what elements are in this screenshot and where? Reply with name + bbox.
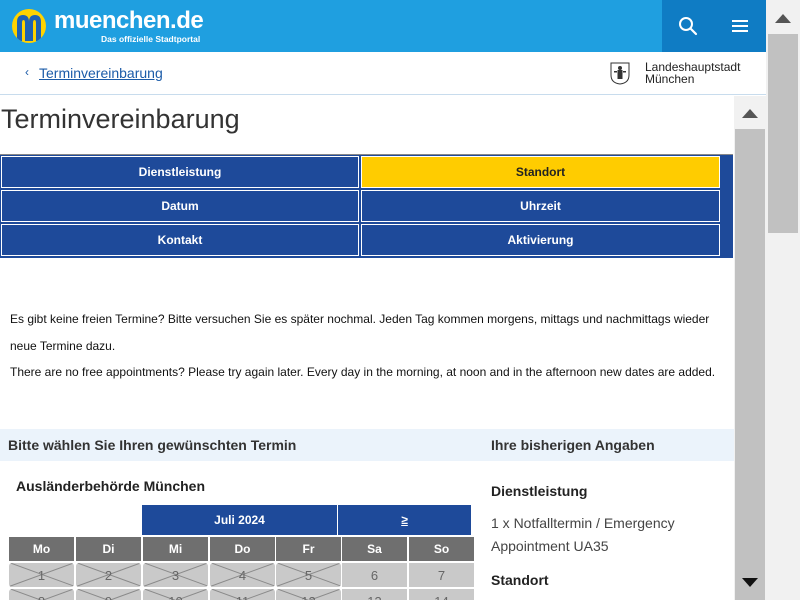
city-name: Landeshauptstadt München xyxy=(645,60,741,86)
step-dienstleistung[interactable]: Dienstleistung xyxy=(1,156,359,188)
menu-button[interactable] xyxy=(714,0,766,52)
page: muenchen.de Das offizielle Stadtportal ‹… xyxy=(0,0,800,600)
weekday-header: Sa xyxy=(342,537,407,561)
choose-appointment-heading: Bitte wählen Sie Ihren gewünschten Termi… xyxy=(8,437,297,453)
weekday-header: Mi xyxy=(143,537,208,561)
scroll-up-arrow-icon[interactable] xyxy=(775,14,791,23)
no-appointments-message: Es gibt keine freien Termine? Bitte vers… xyxy=(10,306,725,386)
weekday-header: Do xyxy=(210,537,275,561)
weekday-header: Mo xyxy=(9,537,74,561)
calendar-month: Juli 2024 xyxy=(142,505,337,535)
step-aktivierung[interactable]: Aktivierung xyxy=(361,224,720,256)
calendar-day-unavailable: 12 xyxy=(276,589,341,600)
calendar-day-unavailable: 2 xyxy=(76,563,141,587)
calendar-day-unavailable: 3 xyxy=(143,563,208,587)
scrollbar-thumb[interactable] xyxy=(768,34,798,233)
scroll-up-arrow-icon[interactable] xyxy=(742,109,758,118)
content-scrollbar[interactable] xyxy=(734,96,766,600)
weekday-header: Fr xyxy=(276,537,341,561)
weekday-header: So xyxy=(409,537,474,561)
summary-location-heading: Standort xyxy=(491,572,549,588)
site-header: muenchen.de Das offizielle Stadtportal xyxy=(0,0,766,52)
page-title: Terminvereinbarung xyxy=(1,104,240,134)
step-kontakt[interactable]: Kontakt xyxy=(1,224,359,256)
step-navigation: Dienstleistung Standort Datum Uhrzeit Ko… xyxy=(0,154,733,258)
summary-service-value: 1 x Notfalltermin / Emergency Appointmen… xyxy=(491,515,675,554)
summary-service-heading: Dienstleistung xyxy=(491,483,588,499)
calendar-day-unavailable: 10 xyxy=(143,589,208,600)
calendar-day-unavailable: 5 xyxy=(276,563,341,587)
calendar-day-unavailable: 8 xyxy=(9,589,74,600)
main-content: Terminvereinbarung Dienstleistung Stando… xyxy=(0,96,734,600)
subheader: ‹ Terminvereinbarung Landeshauptstadt Mü… xyxy=(0,52,766,95)
office-name: Ausländerbehörde München xyxy=(16,478,206,494)
section-header-bar: Bitte wählen Sie Ihren gewünschten Termi… xyxy=(0,429,734,461)
calendar-day-weekend: 6 xyxy=(342,563,407,587)
brand-subtitle: Das offizielle Stadtportal xyxy=(101,34,201,44)
search-icon xyxy=(679,17,698,36)
calendar-day-unavailable: 1 xyxy=(9,563,74,587)
calendar-day-unavailable: 11 xyxy=(210,589,275,600)
calendar-day-weekend: 13 xyxy=(342,589,407,600)
brand-name[interactable]: muenchen.de xyxy=(54,7,204,35)
calendar-day-weekend: 7 xyxy=(409,563,474,587)
calendar-day-weekend: 14 xyxy=(409,589,474,600)
message-german: Es gibt keine freien Termine? Bitte vers… xyxy=(10,312,710,353)
breadcrumb-link[interactable]: Terminvereinbarung xyxy=(39,65,163,81)
calendar-day-unavailable: 9 xyxy=(76,589,141,600)
step-datum[interactable]: Datum xyxy=(1,190,359,222)
weekday-header: Di xyxy=(76,537,141,561)
next-month-link[interactable]: ≥ xyxy=(338,505,471,535)
chevron-left-icon: ‹ xyxy=(25,65,29,79)
step-uhrzeit[interactable]: Uhrzeit xyxy=(361,190,720,222)
previous-selections-heading: Ihre bisherigen Angaben xyxy=(491,437,655,453)
step-standort[interactable]: Standort xyxy=(361,156,720,188)
message-english: There are no free appointments? Please t… xyxy=(10,365,716,379)
scroll-down-arrow-icon[interactable] xyxy=(742,578,758,587)
muenchen-logo-icon[interactable] xyxy=(12,9,46,43)
hamburger-menu-icon xyxy=(732,20,748,32)
calendar-day-unavailable: 4 xyxy=(210,563,275,587)
munich-crest-icon xyxy=(610,62,630,85)
scrollbar-thumb[interactable] xyxy=(735,129,765,600)
page-scrollbar[interactable] xyxy=(766,0,800,600)
search-button[interactable] xyxy=(662,0,714,52)
